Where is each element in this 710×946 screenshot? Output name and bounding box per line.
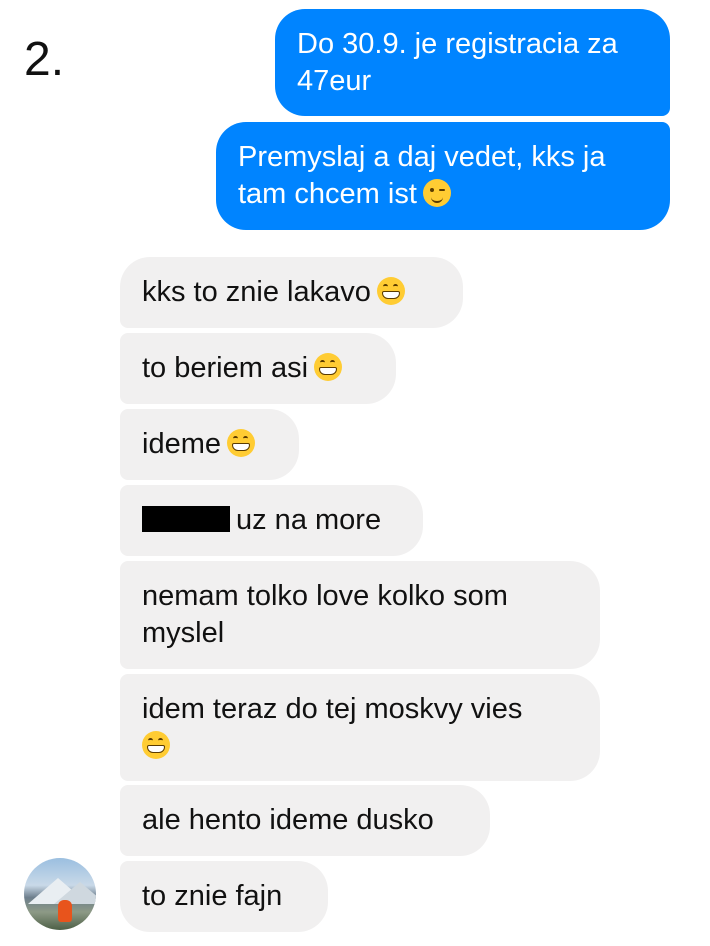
grinning-face-icon (314, 352, 343, 381)
message-text: ideme (142, 428, 221, 460)
outgoing-message-bubble[interactable]: Premyslaj a daj vedet, kks ja tam chcem … (216, 122, 670, 230)
grinning-face-icon (376, 276, 405, 305)
message-text: uz na more (236, 504, 382, 536)
incoming-message-bubble[interactable]: uz na more (120, 485, 423, 556)
incoming-message-bubble[interactable]: to znie fajn (120, 861, 328, 932)
message-text: ale hento ideme dusko (142, 804, 434, 836)
message-text: to znie fajn (142, 880, 283, 912)
incoming-message-bubble[interactable]: idem teraz do tej moskvy vies (120, 674, 600, 781)
message-text: to beriem asi (142, 352, 309, 384)
message-text: nemam tolko love kolko som myslel (142, 580, 508, 649)
incoming-message-bubble[interactable]: kks to znie lakavo (120, 257, 463, 328)
outgoing-message-bubble[interactable]: Do 30.9. je registracia za 47eur (275, 9, 670, 116)
message-text: Premyslaj a daj vedet, kks ja tam chcem … (238, 141, 606, 210)
message-text: Do 30.9. je registracia za 47eur (297, 27, 618, 97)
incoming-message-bubble[interactable]: to beriem asi (120, 333, 396, 404)
contact-avatar[interactable] (24, 858, 96, 930)
grinning-face-icon (142, 730, 170, 759)
message-text: idem teraz do tej moskvy vies (142, 691, 522, 765)
message-text: kks to znie lakavo (142, 276, 371, 308)
page-number-label: 2. (24, 33, 65, 86)
incoming-message-bubble[interactable]: ideme (120, 409, 299, 480)
winking-face-icon (422, 179, 451, 208)
incoming-message-bubble[interactable]: ale hento ideme dusko (120, 785, 490, 856)
incoming-message-bubble[interactable]: nemam tolko love kolko som myslel (120, 561, 600, 669)
grinning-face-icon (227, 428, 255, 457)
redaction-bar (142, 505, 230, 532)
